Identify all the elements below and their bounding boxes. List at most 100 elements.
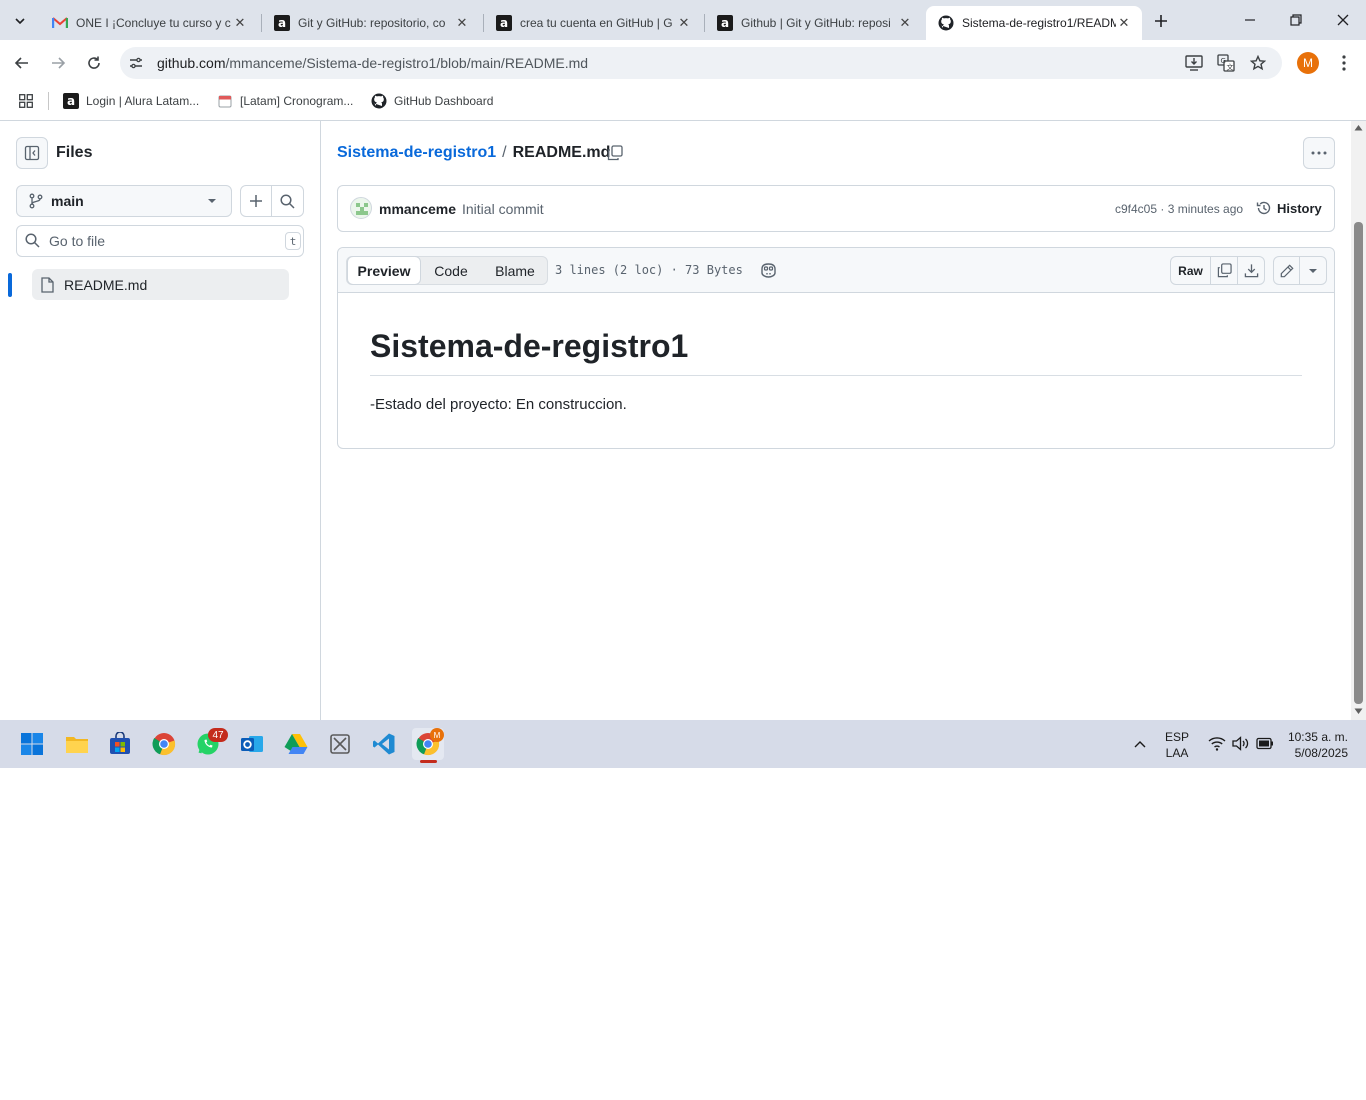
- hidden-icons-button[interactable]: [1130, 734, 1150, 754]
- translate-button[interactable]: G文: [1215, 52, 1237, 74]
- minimize-icon: [1245, 19, 1255, 21]
- star-icon: [1250, 55, 1266, 71]
- close-icon[interactable]: ✕: [454, 15, 470, 31]
- close-icon[interactable]: ✕: [232, 15, 248, 31]
- file-icon: [41, 277, 54, 293]
- close-icon[interactable]: ✕: [897, 15, 913, 31]
- close-icon[interactable]: ✕: [676, 15, 692, 31]
- file-explorer-button[interactable]: [61, 728, 93, 760]
- language-code: ESP: [1165, 730, 1190, 744]
- copy-raw-button[interactable]: [1210, 256, 1238, 285]
- breadcrumb-repo-link[interactable]: Sistema-de-registro1: [337, 144, 496, 161]
- browser-tab-1[interactable]: ONE I ¡Concluye tu curso y c ✕: [40, 6, 258, 40]
- scrollbar-thumb[interactable]: [1354, 222, 1363, 704]
- windows-start-button[interactable]: [16, 728, 48, 760]
- bookmark-label: [Latam] Cronogram...: [240, 94, 354, 108]
- store-button[interactable]: [104, 728, 136, 760]
- commit-author-link[interactable]: mmanceme: [379, 201, 456, 217]
- gmail-icon: [52, 15, 68, 31]
- github-icon: [371, 93, 387, 109]
- profile-badge: M: [430, 728, 444, 742]
- restore-icon: [1290, 14, 1302, 26]
- running-app-indicator: [420, 760, 437, 763]
- commit-sha-time[interactable]: c9f4c05 · 3 minutes ago: [1115, 202, 1243, 216]
- bookmark-divider: [48, 92, 49, 110]
- wifi-icon[interactable]: [1208, 736, 1226, 751]
- plus-icon: [250, 195, 262, 207]
- tab-title: crea tu cuenta en GitHub | G: [520, 16, 673, 30]
- git-branch-icon: [29, 193, 43, 209]
- alura-icon: a: [717, 15, 733, 31]
- add-file-button[interactable]: [240, 185, 272, 217]
- minimize-button[interactable]: [1234, 8, 1266, 32]
- pencil-icon: [1280, 263, 1294, 277]
- tune-icon: [130, 57, 142, 69]
- avatar[interactable]: [350, 197, 372, 219]
- site-info-button[interactable]: [126, 53, 146, 73]
- forward-button[interactable]: [46, 51, 70, 75]
- svg-text:文: 文: [1227, 63, 1234, 72]
- download-button[interactable]: [1237, 256, 1265, 285]
- apps-button[interactable]: [16, 91, 36, 111]
- arrow-right-icon: [52, 57, 66, 69]
- close-icon: [1337, 14, 1349, 26]
- profile-avatar[interactable]: M: [1297, 52, 1319, 74]
- google-drive-button[interactable]: [280, 728, 312, 760]
- copy-path-button[interactable]: [604, 142, 626, 164]
- profile-badge-initial: M: [433, 730, 441, 740]
- tab-search-button[interactable]: [8, 10, 32, 32]
- chevron-down-icon: [15, 18, 25, 25]
- battery-icon[interactable]: [1256, 737, 1274, 750]
- edit-options-dropdown[interactable]: [1299, 256, 1327, 285]
- branch-selector[interactable]: main: [16, 185, 232, 217]
- search-files-button[interactable]: [271, 185, 304, 217]
- collapse-sidebar-button[interactable]: [16, 137, 48, 169]
- commit-message-link[interactable]: Initial commit: [462, 201, 544, 217]
- browser-tab-3[interactable]: a crea tu cuenta en GitHub | G ✕: [484, 6, 702, 40]
- history-button[interactable]: History: [1277, 201, 1322, 216]
- copilot-button[interactable]: [756, 259, 780, 281]
- snipping-tool-button[interactable]: [324, 728, 356, 760]
- reload-icon: [88, 56, 100, 69]
- readme-paragraph: -Estado del proyecto: En construccion.: [370, 396, 627, 413]
- browser-tab-2[interactable]: a Git y GitHub: repositorio, co ✕: [262, 6, 480, 40]
- active-item-indicator: [8, 273, 12, 297]
- calendar-icon: [217, 93, 233, 109]
- chrome-taskbar-button[interactable]: [148, 728, 180, 760]
- branch-name: main: [51, 193, 84, 209]
- alura-icon: a: [274, 15, 290, 31]
- input-language-indicator[interactable]: ESP LAA: [1165, 729, 1189, 761]
- breadcrumb: Sistema-de-registro1 / README.md: [337, 144, 610, 162]
- close-window-button[interactable]: [1327, 8, 1359, 32]
- edit-file-button[interactable]: [1273, 256, 1300, 285]
- bookmark-github-dashboard[interactable]: GitHub Dashboard: [371, 91, 493, 111]
- outlook-button[interactable]: [236, 728, 268, 760]
- install-app-button[interactable]: [1183, 52, 1205, 74]
- scroll-up-icon[interactable]: [1354, 124, 1363, 131]
- back-button[interactable]: [10, 51, 34, 75]
- browser-tab-active[interactable]: Sistema-de-registro1/READM ✕: [926, 6, 1142, 40]
- chrome-menu-button[interactable]: [1335, 52, 1353, 74]
- volume-icon[interactable]: [1232, 736, 1250, 751]
- blame-tab[interactable]: Blame: [482, 256, 548, 285]
- bookmark-alura-login[interactable]: a Login | Alura Latam...: [63, 91, 199, 111]
- bookmark-cronograma[interactable]: [Latam] Cronogram...: [217, 91, 353, 111]
- vscode-button[interactable]: [368, 728, 400, 760]
- url-text[interactable]: github.com/mmanceme/Sistema-de-registro1…: [157, 55, 588, 71]
- more-options-button[interactable]: [1303, 137, 1335, 169]
- restore-button[interactable]: [1280, 8, 1312, 32]
- system-clock[interactable]: 10:35 a. m. 5/08/2025: [1282, 729, 1348, 761]
- tab-title: Github | Git y GitHub: reposi: [741, 16, 891, 30]
- reload-button[interactable]: [82, 51, 106, 75]
- chrome-icon: [152, 733, 176, 756]
- download-icon: [1244, 264, 1258, 278]
- code-tab[interactable]: Code: [423, 256, 479, 285]
- new-tab-button[interactable]: [1148, 8, 1174, 34]
- scroll-down-icon[interactable]: [1354, 708, 1363, 715]
- preview-tab[interactable]: Preview: [347, 256, 421, 285]
- close-icon[interactable]: ✕: [1116, 15, 1132, 31]
- github-icon: [938, 15, 954, 31]
- bookmark-star-button[interactable]: [1247, 52, 1269, 74]
- raw-button[interactable]: Raw: [1170, 256, 1211, 285]
- browser-tab-4[interactable]: a Github | Git y GitHub: reposi ✕: [705, 6, 923, 40]
